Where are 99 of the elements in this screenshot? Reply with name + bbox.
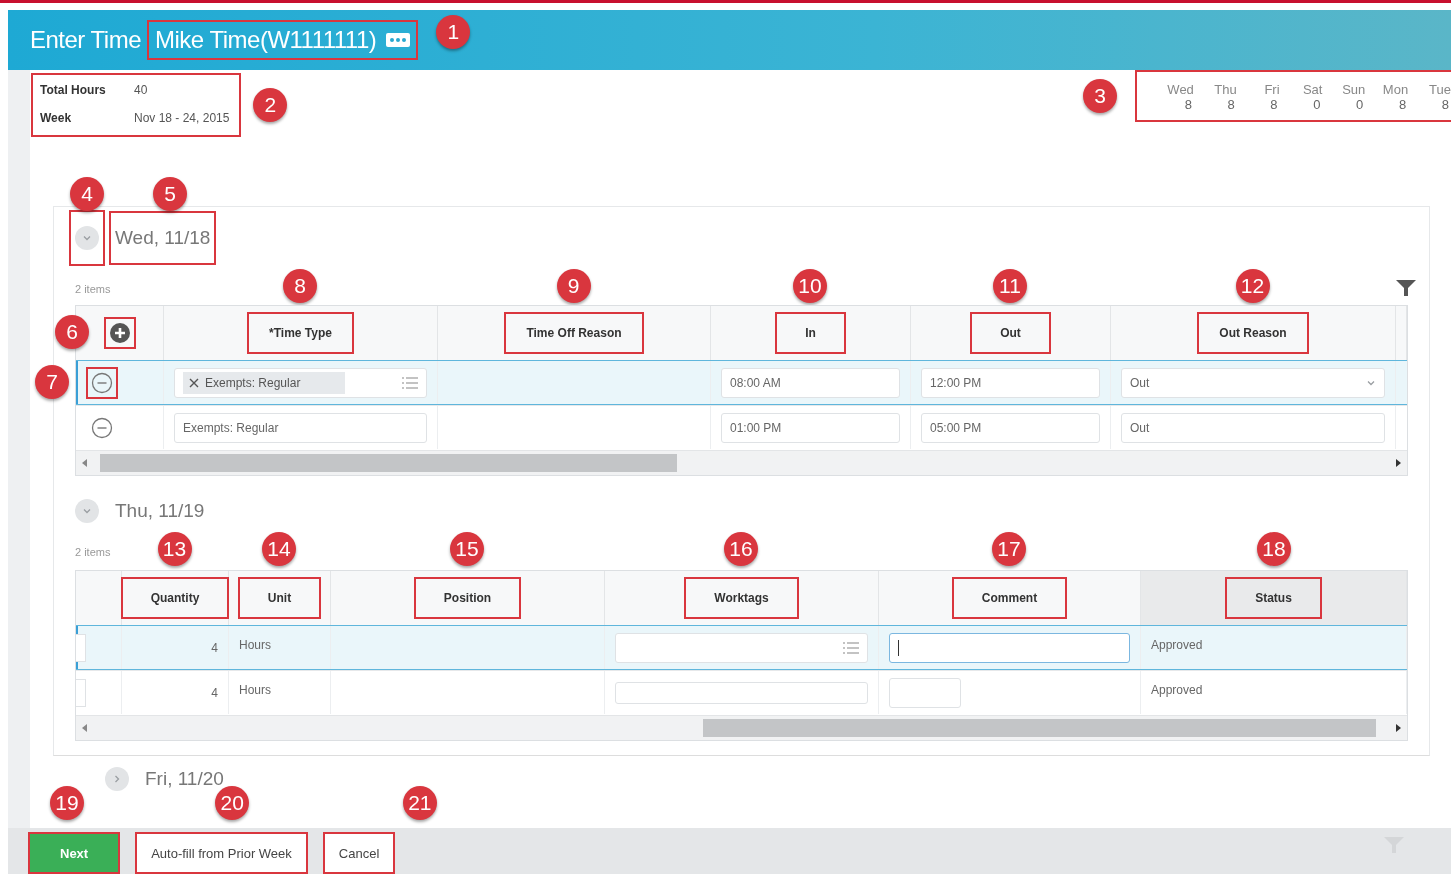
day-hours: 8 — [1398, 97, 1407, 112]
callout-badge: 20 — [215, 786, 250, 820]
prompt-field[interactable] — [615, 632, 868, 663]
remove-row-button[interactable] — [86, 366, 118, 399]
scroll-thumb[interactable] — [100, 454, 677, 472]
column-header[interactable]: Status — [1225, 577, 1322, 619]
input-field[interactable]: 05:00 PM — [921, 412, 1100, 443]
day-hours: 8 — [1441, 97, 1449, 112]
table-row[interactable]: Exempts: Regular 01:00 PM 05:00 PM Out — [76, 405, 1407, 450]
minus-circle-icon — [91, 371, 113, 394]
scroll-right-icon[interactable] — [1395, 724, 1401, 732]
callout-badge: 16 — [724, 532, 758, 566]
day-hours: 8 — [1184, 97, 1192, 112]
column-header[interactable]: Out Reason — [1197, 312, 1309, 354]
scroll-left-icon[interactable] — [82, 724, 88, 732]
summary-value: 40 — [134, 83, 149, 97]
table-cell: Hours — [239, 638, 271, 652]
callout-badge: 7 — [35, 365, 69, 399]
callout-badge: 15 — [450, 532, 484, 566]
callout-badge: 13 — [157, 532, 192, 566]
footer-button[interactable]: Auto-fill from Prior Week — [135, 832, 308, 874]
more-icon[interactable] — [386, 33, 411, 47]
minus-circle-icon — [91, 416, 113, 439]
table-row[interactable]: 4 Hours Approved — [76, 625, 1407, 670]
table-cell: Approved — [1151, 683, 1203, 697]
day-hours: 0 — [1313, 97, 1321, 112]
input-field[interactable]: 12:00 PM — [921, 367, 1100, 398]
horizontal-scrollbar[interactable] — [76, 715, 1407, 740]
day-name: Sun — [1342, 82, 1366, 97]
day-name: Sat — [1302, 82, 1323, 97]
callout-badge: 11 — [993, 269, 1027, 303]
day-name: Fri — [1264, 82, 1280, 97]
day-name: Thu — [1214, 82, 1237, 97]
table-row[interactable]: Exempts: Regular 08:00 AM 12:00 PM Out — [76, 360, 1407, 405]
footer-button[interactable]: Cancel — [322, 832, 396, 874]
chevron-right-icon — [112, 774, 122, 784]
filter-icon[interactable] — [1395, 277, 1417, 299]
callout-badge: 6 — [55, 315, 89, 349]
column-header[interactable]: Position — [413, 577, 522, 619]
callout-badge: 9 — [556, 269, 591, 303]
day-name: Mon — [1382, 82, 1409, 97]
plus-circle-icon — [108, 322, 131, 344]
select-field[interactable]: Out — [1121, 367, 1385, 398]
column-header[interactable]: Comment — [951, 577, 1068, 619]
item-count: 2 items — [75, 546, 111, 560]
collapse-toggle[interactable] — [69, 210, 105, 266]
column-header[interactable]: Worktags — [684, 577, 799, 619]
day-hours: 8 — [1270, 97, 1278, 112]
summary-value: Nov 18 - 24, 2015 — [134, 111, 230, 125]
day-hours: 8 — [1227, 97, 1235, 112]
column-header[interactable]: Quantity — [120, 577, 230, 619]
table-cell: Approved — [1151, 638, 1203, 652]
day-heading: Thu, 11/19 — [114, 499, 206, 523]
callout-badge: 18 — [1257, 532, 1291, 566]
column-header[interactable]: Unit — [237, 577, 322, 619]
summary-label: Total Hours — [40, 83, 107, 97]
callout-badge: 4 — [70, 177, 104, 211]
summary-label: Week — [40, 111, 73, 125]
column-header[interactable]: Time Off Reason — [504, 312, 644, 354]
table-cell: Hours — [239, 683, 271, 697]
list-icon[interactable] — [402, 376, 418, 389]
input-field[interactable]: 01:00 PM — [721, 412, 900, 443]
callout-badge: 19 — [50, 786, 84, 820]
table-cell: 4 — [211, 685, 218, 700]
callout-badge: 8 — [283, 269, 317, 303]
callout-badge: 10 — [793, 269, 827, 303]
column-header[interactable]: In — [775, 312, 846, 354]
callout-badge: 21 — [402, 786, 437, 820]
close-icon[interactable] — [189, 377, 199, 388]
day-name: Tue — [1429, 82, 1451, 97]
callout-badge: 5 — [153, 177, 187, 211]
horizontal-scrollbar[interactable] — [76, 450, 1407, 475]
chevron-down-icon — [82, 233, 92, 243]
scroll-left-icon[interactable] — [82, 459, 88, 467]
item-count: 2 items — [75, 283, 111, 297]
column-header[interactable]: *Time Type — [247, 312, 354, 354]
chip-label: Exempts: Regular — [205, 375, 301, 390]
list-icon[interactable] — [843, 641, 859, 654]
day-hours: 0 — [1356, 97, 1364, 112]
callout-badge: 1 — [436, 15, 471, 49]
callout-badge: 3 — [1083, 79, 1117, 113]
time-type-field[interactable]: Exempts: Regular — [174, 367, 427, 398]
callout-badge: 17 — [992, 532, 1026, 566]
add-row-button[interactable] — [103, 317, 136, 349]
callout-badge: 14 — [262, 532, 296, 566]
page-title: Enter Time — [30, 26, 142, 54]
callout-badge: 12 — [1235, 269, 1270, 303]
callout-badge: 2 — [253, 88, 288, 122]
scroll-right-icon[interactable] — [1395, 459, 1401, 467]
input-field[interactable] — [889, 632, 1130, 663]
input-field[interactable]: Out — [1121, 412, 1385, 443]
input-field[interactable]: Exempts: Regular — [174, 412, 427, 443]
chevron-down-icon — [82, 506, 92, 516]
day-name: Wed — [1167, 82, 1194, 97]
column-header[interactable]: Out — [970, 312, 1051, 354]
scroll-thumb[interactable] — [702, 719, 1377, 737]
input-field[interactable]: 08:00 AM — [721, 367, 900, 398]
day-heading: Wed, 11/18 — [109, 211, 217, 265]
table-cell: 4 — [211, 640, 218, 655]
